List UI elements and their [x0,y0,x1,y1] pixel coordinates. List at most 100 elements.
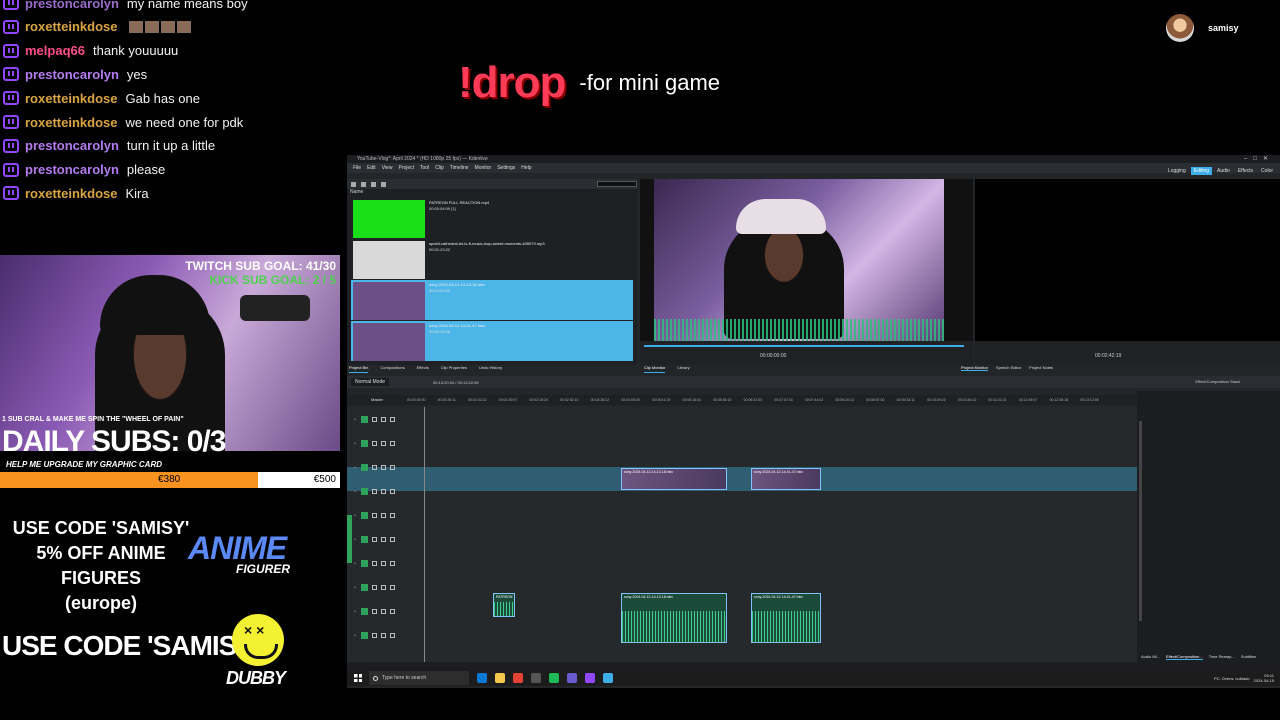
bin-clip-row[interactable]: sony-2024-04-12-14-41-47.mkv 00:02:12:08 [351,321,633,361]
chat-username[interactable]: prestoncarolyn [25,0,119,11]
chat-username[interactable]: prestoncarolyn [25,138,119,153]
timeline-clip[interactable]: sony-2024-04-12-14-41-47.mkv [751,468,821,490]
chat-username[interactable]: roxetteinkdose [25,115,117,130]
edit-icon[interactable] [372,416,378,422]
folder-icon[interactable] [371,181,376,187]
mute-icon[interactable] [381,488,387,494]
timeline-clip[interactable]: PATREON [493,593,515,617]
add-clip-icon[interactable] [361,181,366,187]
edit-icon[interactable] [372,512,378,518]
chat-username[interactable]: prestoncarolyn [25,162,119,177]
taskbar-search[interactable]: Type here to search [369,671,469,685]
lock-icon[interactable] [390,584,396,590]
window-controls[interactable]: –□✕ [1244,155,1274,162]
track-target-icon[interactable] [361,439,369,447]
mute-icon[interactable] [381,632,387,638]
menu-item[interactable]: Settings [497,165,515,171]
chevron-down-icon[interactable]: ⌄ [353,464,357,470]
timeline-clip[interactable]: sony-2024-04-12-14-13-18.mkv [621,468,727,490]
edit-icon[interactable] [372,608,378,614]
edit-icon[interactable] [372,440,378,446]
chevron-down-icon[interactable]: ⌄ [353,608,357,614]
panel-tab[interactable]: Project Notes [1029,365,1053,371]
lock-icon[interactable] [390,632,396,638]
tag-icon[interactable] [381,181,386,187]
panel-tab[interactable]: Library [677,365,689,373]
clip-monitor-scrubber[interactable] [644,345,964,347]
edit-icon[interactable] [372,632,378,638]
edit-icon[interactable] [372,560,378,566]
lock-icon[interactable] [390,536,396,542]
track-target-icon[interactable] [361,583,369,591]
bin-clip-row[interactable]: sony-2024-04-12-14-13-18.mkv 00:10:24:00 [351,280,633,320]
mute-icon[interactable] [381,536,387,542]
track-target-icon[interactable] [361,415,369,423]
project-monitor-timecode[interactable]: 00:02:42:19 [1095,353,1121,359]
edit-icon[interactable] [372,584,378,590]
chat-username[interactable]: prestoncarolyn [25,67,119,82]
menu-item[interactable]: View [382,165,393,171]
chevron-down-icon[interactable]: ⌄ [353,416,357,422]
mute-icon[interactable] [381,416,387,422]
panel-tab[interactable]: Clip Monitor [644,365,666,373]
panel-tab[interactable]: Project Bin [349,365,369,373]
panel-tab[interactable]: Subtitles [1241,654,1256,660]
timeline-mode-select[interactable]: Normal Mode [351,378,390,386]
chevron-down-icon[interactable]: ⌄ [353,536,357,542]
panel-tab[interactable]: Effects [417,365,429,373]
lock-icon[interactable] [390,416,396,422]
menu-item[interactable]: Help [521,165,531,171]
layout-tab[interactable]: Editing [1190,167,1213,175]
track-target-icon[interactable] [361,463,369,471]
playhead[interactable] [424,407,425,662]
clip-monitor-timecode[interactable]: 00:00:00:00 [760,353,786,359]
chevron-down-icon[interactable]: ⌄ [353,440,357,446]
chat-username[interactable]: roxetteinkdose [25,19,117,34]
lock-icon[interactable] [390,608,396,614]
mute-icon[interactable] [381,560,387,566]
track-target-icon[interactable] [361,535,369,543]
edge-icon[interactable] [477,673,487,683]
lock-icon[interactable] [390,464,396,470]
panel-tab[interactable]: Compositions [380,365,404,373]
layout-tab[interactable]: Logging [1165,167,1189,175]
kdenlive-icon[interactable] [603,673,613,683]
clock[interactable]: 09:11 2024-04-15 [1254,673,1274,683]
timeline-ruler[interactable]: Master 00:00:00:00 00:00:26:11 00:01:02:22… [347,395,1137,405]
mute-icon[interactable] [381,608,387,614]
opera-icon[interactable] [513,673,523,683]
bin-search-input[interactable] [597,181,637,187]
chevron-down-icon[interactable]: ⌄ [353,632,357,638]
panel-tab[interactable]: Time Remap... [1209,654,1235,660]
obs-icon[interactable] [531,673,541,683]
panel-tab[interactable]: Audio Mi... [1141,654,1160,660]
effect-stack-scrollbar[interactable] [1139,421,1142,621]
bin-clip-row[interactable]: spotdl-cathedral-let-is-ft-music-loop-sw… [351,239,633,279]
twitch-icon[interactable] [585,673,595,683]
menu-item[interactable]: Project [398,165,414,171]
panel-tab[interactable]: Speech Editor [996,365,1021,371]
edit-icon[interactable] [372,464,378,470]
chat-username[interactable]: melpaq66 [25,43,85,58]
chat-username[interactable]: roxetteinkdose [25,186,117,201]
mute-icon[interactable] [381,584,387,590]
track-target-icon[interactable] [361,487,369,495]
file-explorer-icon[interactable] [495,673,505,683]
layout-tab[interactable]: Color [1258,167,1276,175]
bin-clip-row[interactable]: PATREON FULL REACTION.mp4 00:00:04:09 [1] [351,198,633,238]
panel-tab[interactable]: Effect/Composition... [1165,654,1203,660]
menu-item[interactable]: Clip [435,165,444,171]
timeline-clip[interactable]: sony-2024-04-12-14-41-47.mkv [751,593,821,643]
panel-tab[interactable]: Undo History [479,365,502,373]
timeline-clip[interactable]: sony-2024-04-12-14-13-18.mkv [621,593,727,643]
track-target-icon[interactable] [361,511,369,519]
lock-icon[interactable] [390,560,396,566]
menu-item[interactable]: Edit [367,165,376,171]
panel-tab[interactable]: Clip Properties [441,365,467,373]
lock-icon[interactable] [390,440,396,446]
track-target-icon[interactable] [361,631,369,639]
start-button[interactable] [351,671,365,685]
menu-icon[interactable] [351,181,356,187]
chevron-down-icon[interactable]: ⌄ [353,584,357,590]
edit-icon[interactable] [372,536,378,542]
